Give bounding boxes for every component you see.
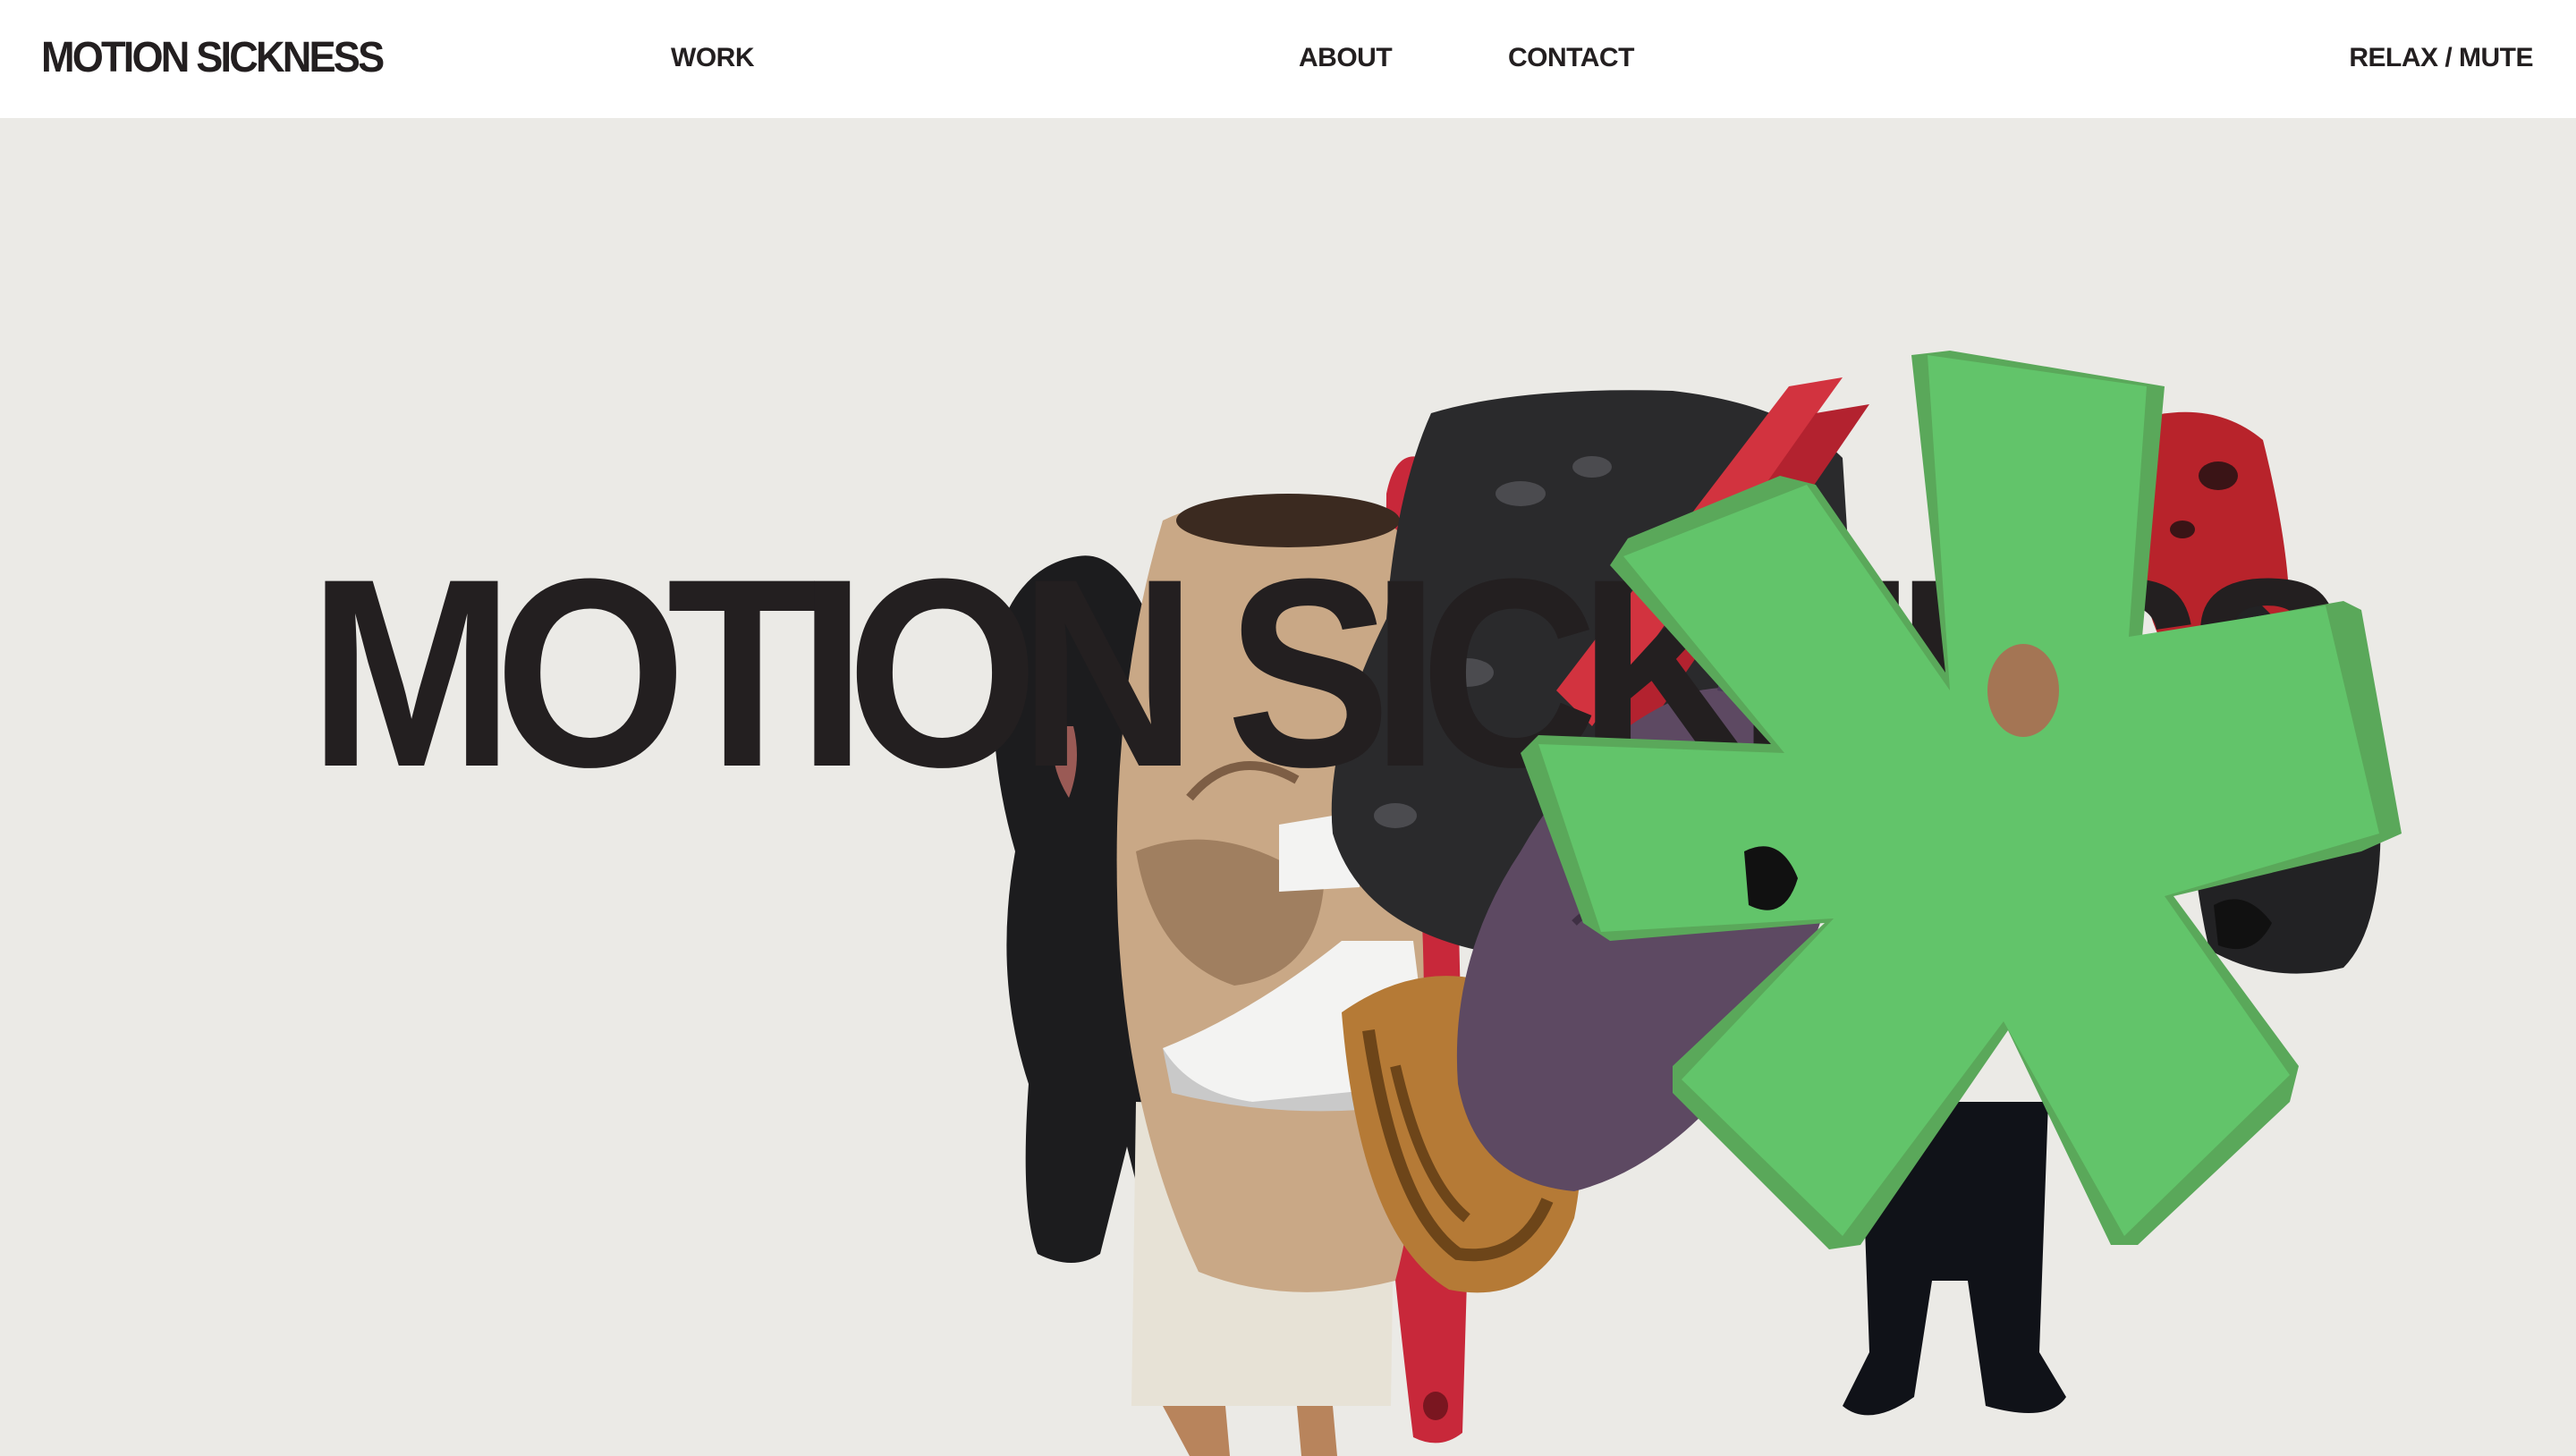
hero-section: MOTION SICKNESS	[0, 118, 2576, 1456]
nav-about[interactable]: ABOUT	[1299, 41, 1393, 75]
hero-title: MOTION SICKNESS	[309, 522, 2350, 823]
nav-contact[interactable]: CONTACT	[1508, 41, 1634, 75]
site-logo[interactable]: MOTION SICKNESS	[41, 32, 385, 84]
relax-mute-toggle[interactable]: RELAX / MUTE	[2349, 41, 2533, 75]
site-header: MOTION SICKNESS WORK ABOUT CONTACT RELAX…	[0, 0, 2576, 118]
nav-work[interactable]: WORK	[671, 41, 754, 75]
